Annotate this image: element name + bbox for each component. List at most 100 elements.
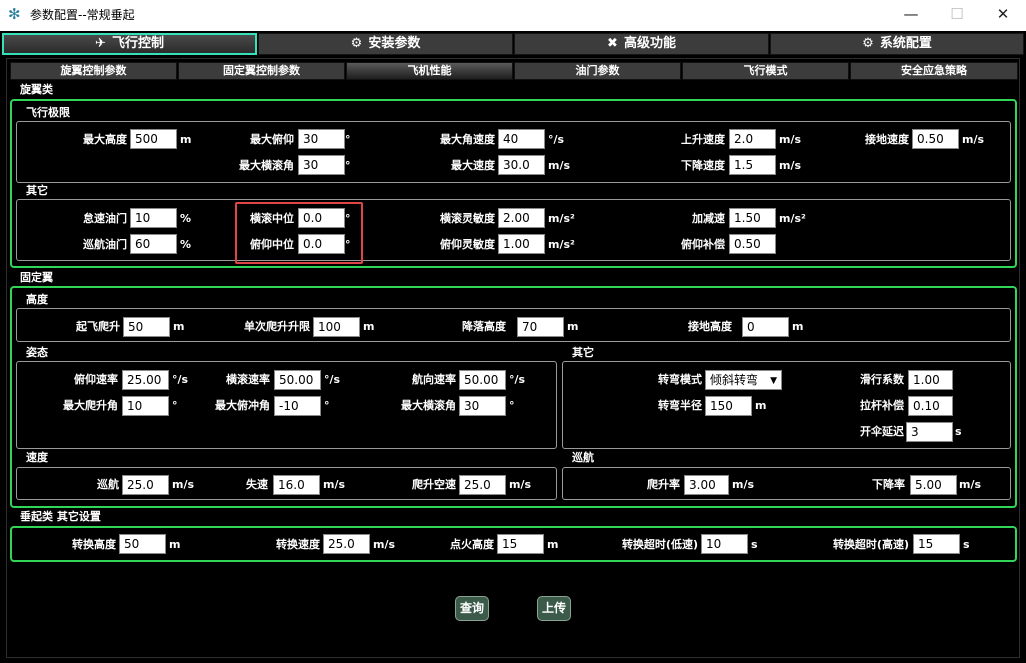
max-alt-input[interactable]: 500 (130, 129, 177, 149)
climb-rate-label: 爬升率 (647, 478, 680, 491)
tab-flight-control[interactable]: ✈ 飞行控制 (2, 33, 257, 55)
turn-mode-select[interactable]: 倾斜转弯 ▼ (705, 370, 782, 390)
max-roll-input[interactable]: 30 (298, 155, 345, 175)
yaw-rate-input[interactable]: 50.00 (459, 370, 506, 390)
upload-button[interactable]: 上传 (537, 596, 571, 621)
roll-sens-input[interactable]: 2.00 (498, 208, 545, 228)
max-roll-angle-input[interactable]: 30 (459, 396, 506, 416)
trans-timeout-high-input[interactable]: 15 (913, 534, 960, 554)
ignite-alt-input[interactable]: 15 (497, 534, 544, 554)
tab-install-params[interactable]: ⚙ 安装参数 (258, 33, 513, 55)
tab-label: 飞行控制 (111, 36, 164, 51)
wrench-circle-icon: ⚙ (350, 36, 363, 51)
pitch-comp-label: 俯仰补偿 (681, 238, 725, 251)
roll-rate-input[interactable]: 50.00 (274, 370, 321, 390)
trans-alt-label: 转换高度 (72, 538, 116, 551)
yaw-rate-label: 航向速率 (412, 373, 456, 386)
section-flight-limit: 飞行极限 (26, 106, 70, 119)
chevron-down-icon: ▼ (770, 376, 777, 386)
gear-app-icon: ✻ (8, 5, 21, 23)
chute-delay-input[interactable]: 3 (906, 422, 953, 442)
subtab-flight-mode[interactable]: 飞行模式 (682, 62, 849, 80)
max-climb-angle-label: 最大爬升角 (63, 399, 118, 412)
max-climb-angle-input[interactable]: 10 (122, 396, 169, 416)
cruise-throttle-label: 巡航油门 (83, 238, 127, 251)
single-climb-label: 单次爬升升限 (244, 320, 310, 333)
max-pitch-input[interactable]: 30 (298, 129, 345, 149)
glide-coef-input[interactable]: 1.00 (908, 370, 953, 390)
climb-rate-input[interactable]: 3.00 (684, 475, 729, 495)
trans-timeout-low-input[interactable]: 10 (701, 534, 748, 554)
single-climb-input[interactable]: 100 (313, 317, 360, 337)
climb-airspeed-input[interactable]: 25.0 (459, 475, 506, 495)
section-altitude: 高度 (26, 293, 48, 306)
climb-speed-input[interactable]: 2.0 (729, 129, 776, 149)
minimize-button[interactable]: — (888, 0, 934, 31)
tab-label: 安装参数 (368, 36, 421, 51)
turn-radius-unit: m (755, 399, 767, 412)
idle-throttle-unit: % (180, 212, 192, 225)
pitch-comp-input[interactable]: 0.50 (729, 234, 776, 254)
cruise-throttle-input[interactable]: 60 (130, 234, 177, 254)
section-speed: 速度 (26, 451, 48, 464)
glide-coef-label: 滑行系数 (860, 373, 904, 386)
landing-alt-input[interactable]: 70 (517, 317, 564, 337)
trans-timeout-high-unit: s (963, 538, 970, 551)
descent-speed-input[interactable]: 1.5 (729, 155, 776, 175)
max-roll-angle-label: 最大横滚角 (401, 399, 456, 412)
tools-icon: ✖ (607, 36, 618, 51)
pitch-sens-unit: m/s² (548, 238, 575, 251)
takeoff-climb-input[interactable]: 50 (123, 317, 170, 337)
stick-comp-input[interactable]: 0.10 (908, 396, 953, 416)
trans-timeout-low-unit: s (751, 538, 758, 551)
descent-rate-label: 下降率 (872, 478, 905, 491)
subtab-throttle[interactable]: 油门参数 (514, 62, 681, 80)
close-button[interactable]: ✕ (980, 0, 1026, 31)
query-button[interactable]: 查询 (455, 596, 489, 621)
yaw-rate-unit: °/s (509, 373, 526, 386)
trans-timeout-low-label: 转换超时(低速) (621, 538, 698, 551)
tab-advanced[interactable]: ✖ 高级功能 (514, 33, 769, 55)
turn-mode-label: 转弯模式 (658, 373, 702, 386)
max-dive-angle-unit: ° (324, 399, 330, 412)
pitch-rate-label: 俯仰速率 (74, 373, 118, 386)
subtab-fixedwing-control[interactable]: 固定翼控制参数 (178, 62, 345, 80)
max-dive-angle-input[interactable]: -10 (274, 396, 321, 416)
max-pitch-unit: ° (345, 133, 351, 146)
accel-decel-input[interactable]: 1.50 (729, 208, 776, 228)
descent-rate-input[interactable]: 5.00 (910, 475, 957, 495)
stall-speed-input[interactable]: 16.0 (273, 475, 320, 495)
trans-alt-input[interactable]: 50 (119, 534, 166, 554)
section-cruise: 巡航 (572, 451, 594, 464)
title-bar: ✻ 参数配置--常规垂起 — ☐ ✕ (0, 0, 1026, 31)
trans-speed-input[interactable]: 25.0 (323, 534, 370, 554)
roll-rate-label: 横滚速率 (226, 373, 270, 386)
pitch-rate-input[interactable]: 25.00 (122, 370, 169, 390)
landing-alt-unit: m (567, 320, 579, 333)
land-speed-input[interactable]: 0.50 (912, 129, 959, 149)
pitch-sens-input[interactable]: 1.00 (498, 234, 545, 254)
cruise-throttle-unit: % (180, 238, 192, 251)
subtab-rotor-control[interactable]: 旋翼控制参数 (10, 62, 177, 80)
subtab-aircraft-performance[interactable]: 飞机性能 (346, 62, 513, 80)
section-vtol-other: 垂起类 其它设置 (20, 510, 101, 523)
tab-system-config[interactable]: ⚙ 系统配置 (770, 33, 1024, 55)
max-ang-speed-input[interactable]: 40 (498, 129, 545, 149)
max-dive-angle-label: 最大俯冲角 (215, 399, 270, 412)
trans-speed-unit: m/s (373, 538, 396, 551)
section-rotor-other: 其它 (26, 184, 48, 197)
ignite-alt-label: 点火高度 (450, 538, 494, 551)
idle-throttle-input[interactable]: 10 (130, 208, 177, 228)
max-ang-speed-label: 最大角速度 (440, 133, 495, 146)
land-speed-label: 接地速度 (865, 133, 909, 146)
ground-alt-input[interactable]: 0 (742, 317, 789, 337)
ground-alt-unit: m (792, 320, 804, 333)
idle-throttle-label: 怠速油门 (83, 212, 127, 225)
max-speed-input[interactable]: 30.0 (498, 155, 545, 175)
main-tab-bar: ✈ 飞行控制 ⚙ 安装参数 ✖ 高级功能 ⚙ 系统配置 (2, 33, 1024, 55)
cruise-speed-input[interactable]: 25.0 (122, 475, 169, 495)
turn-radius-input[interactable]: 150 (705, 396, 752, 416)
subtab-safety-strategy[interactable]: 安全应急策略 (850, 62, 1018, 80)
accel-decel-label: 加减速 (692, 212, 725, 225)
maximize-button[interactable]: ☐ (934, 0, 980, 31)
